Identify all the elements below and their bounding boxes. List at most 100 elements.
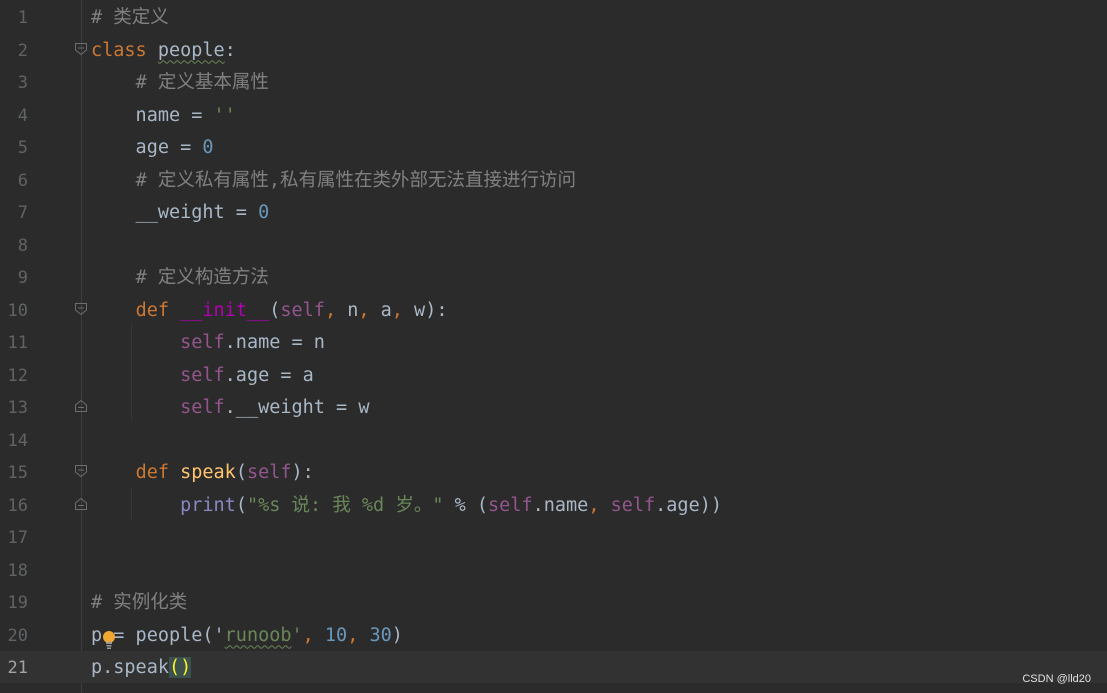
code-line[interactable]: 16 print("%s 说: 我 %d 岁。" % (self.name, s… <box>0 489 1107 521</box>
line-number: 8 <box>17 235 28 256</box>
code-token: '' <box>213 104 236 126</box>
code-text[interactable]: self.age = a <box>91 359 314 391</box>
code-line[interactable]: 1 # 类定义 <box>0 1 1107 33</box>
code-text[interactable]: # 类定义 <box>91 1 169 33</box>
code-line[interactable]: 19 # 实例化类 <box>0 586 1107 618</box>
code-token: self <box>488 494 533 516</box>
lightbulb-icon[interactable] <box>101 630 117 650</box>
code-token: .__weight = w <box>224 397 370 418</box>
code-text[interactable]: p = people('runoob', 10, 30) <box>91 619 403 651</box>
code-line[interactable]: 5 age = 0 <box>0 131 1107 163</box>
code-token: ) <box>391 624 403 646</box>
line-number: 4 <box>17 105 28 126</box>
line-number: 7 <box>17 203 28 223</box>
code-token: .name <box>532 494 589 516</box>
code-token: ( <box>235 494 247 516</box>
line-number: 5 <box>17 138 28 158</box>
code-token: 30 <box>369 624 392 646</box>
code-text[interactable]: age = 0 <box>91 131 214 163</box>
code-line[interactable]: 2 class people: <box>0 34 1107 66</box>
code-token: a <box>369 299 392 321</box>
code-text[interactable]: name = '' <box>91 99 236 131</box>
code-text[interactable]: def __init__(self, n, a, w): <box>91 294 448 326</box>
fold-close-icon[interactable] <box>74 497 88 511</box>
code-token: # 定义构造方法 <box>135 267 269 288</box>
code-token: ( <box>235 462 247 483</box>
code-line[interactable]: 14 <box>0 424 1107 456</box>
code-line[interactable]: 20 p = people('runoob', 10, 30) <box>0 619 1107 651</box>
code-token: __weight = <box>91 202 259 223</box>
code-line[interactable]: 17 <box>0 521 1107 553</box>
code-text[interactable]: print("%s 说: 我 %d 岁。" % (self.name, self… <box>91 489 722 521</box>
code-token: class <box>91 39 147 61</box>
code-line[interactable]: 9 # 定义构造方法 <box>0 261 1107 293</box>
code-token: % ( <box>443 494 489 516</box>
code-token: () <box>168 657 192 678</box>
code-text[interactable]: def speak(self): <box>91 456 314 488</box>
code-token: .name = n <box>224 332 325 353</box>
line-number: 21 <box>7 658 28 678</box>
code-token: age = <box>91 137 203 158</box>
code-token: , <box>347 624 359 646</box>
code-text[interactable]: self.name = n <box>91 326 325 358</box>
code-line[interactable]: 21 p.speak() <box>0 651 1107 683</box>
code-token: # 定义私有属性,私有属性在类外部无法直接进行访问 <box>135 169 576 191</box>
code-line[interactable]: 11 self.name = n <box>0 326 1107 358</box>
code-text[interactable]: __weight = 0 <box>91 196 270 228</box>
code-token: 10 <box>324 624 348 646</box>
code-token: ' <box>291 624 303 646</box>
line-number: 2 <box>17 40 28 61</box>
code-token: p.speak <box>91 657 169 678</box>
code-line[interactable]: 12 self.age = a <box>0 359 1107 391</box>
code-token: def <box>135 462 169 483</box>
code-token: self <box>180 397 225 418</box>
code-token: : <box>224 39 236 61</box>
line-number: 11 <box>7 333 28 353</box>
code-token: # 定义基本属性 <box>135 72 269 93</box>
code-token: print <box>180 494 236 516</box>
code-line[interactable]: 18 <box>0 554 1107 586</box>
line-number: 16 <box>7 495 28 516</box>
line-number: 12 <box>7 365 28 386</box>
code-text[interactable]: self.__weight = w <box>91 391 369 423</box>
line-number: 1 <box>17 8 28 28</box>
code-editor[interactable]: 1 # 类定义 2 class people: 3 # 定义基本属性 4 name = '… <box>0 0 1107 693</box>
code-token: ): <box>291 462 314 483</box>
code-line[interactable]: 4 name = '' <box>0 99 1107 131</box>
fold-open-icon[interactable] <box>74 302 88 316</box>
code-token: 0 <box>258 202 270 223</box>
code-token: __init__ <box>180 299 270 321</box>
code-text[interactable]: # 实例化类 <box>91 586 187 618</box>
code-line[interactable]: 13 self.__weight = w <box>0 391 1107 423</box>
code-line[interactable]: 8 <box>0 229 1107 261</box>
line-number: 10 <box>7 300 28 321</box>
code-token: self <box>180 364 225 386</box>
code-line[interactable]: 6 # 定义私有属性,私有属性在类外部无法直接进行访问 <box>0 164 1107 196</box>
code-text[interactable]: # 定义构造方法 <box>91 261 269 293</box>
code-text[interactable]: # 定义基本属性 <box>91 66 269 98</box>
code-text[interactable]: class people: <box>91 34 236 66</box>
fold-close-icon[interactable] <box>74 399 88 413</box>
code-line[interactable]: 15 def speak(self): <box>0 456 1107 488</box>
code-token: self <box>610 494 656 516</box>
code-line[interactable]: 3 # 定义基本属性 <box>0 66 1107 98</box>
code-token: .age = a <box>224 364 314 386</box>
code-text[interactable]: # 定义私有属性,私有属性在类外部无法直接进行访问 <box>91 164 576 196</box>
code-line[interactable]: 7 __weight = 0 <box>0 196 1107 228</box>
code-line[interactable]: 10 def __init__(self, n, a, w): <box>0 294 1107 326</box>
code-token: self <box>180 332 225 353</box>
fold-open-icon[interactable] <box>74 42 88 56</box>
watermark: CSDN @lld20 <box>1022 673 1091 685</box>
code-token: self <box>246 462 292 483</box>
code-token: , <box>391 299 403 321</box>
code-token: .age)) <box>655 494 722 516</box>
code-text[interactable]: p.speak() <box>91 651 192 683</box>
fold-open-icon[interactable] <box>74 464 88 478</box>
